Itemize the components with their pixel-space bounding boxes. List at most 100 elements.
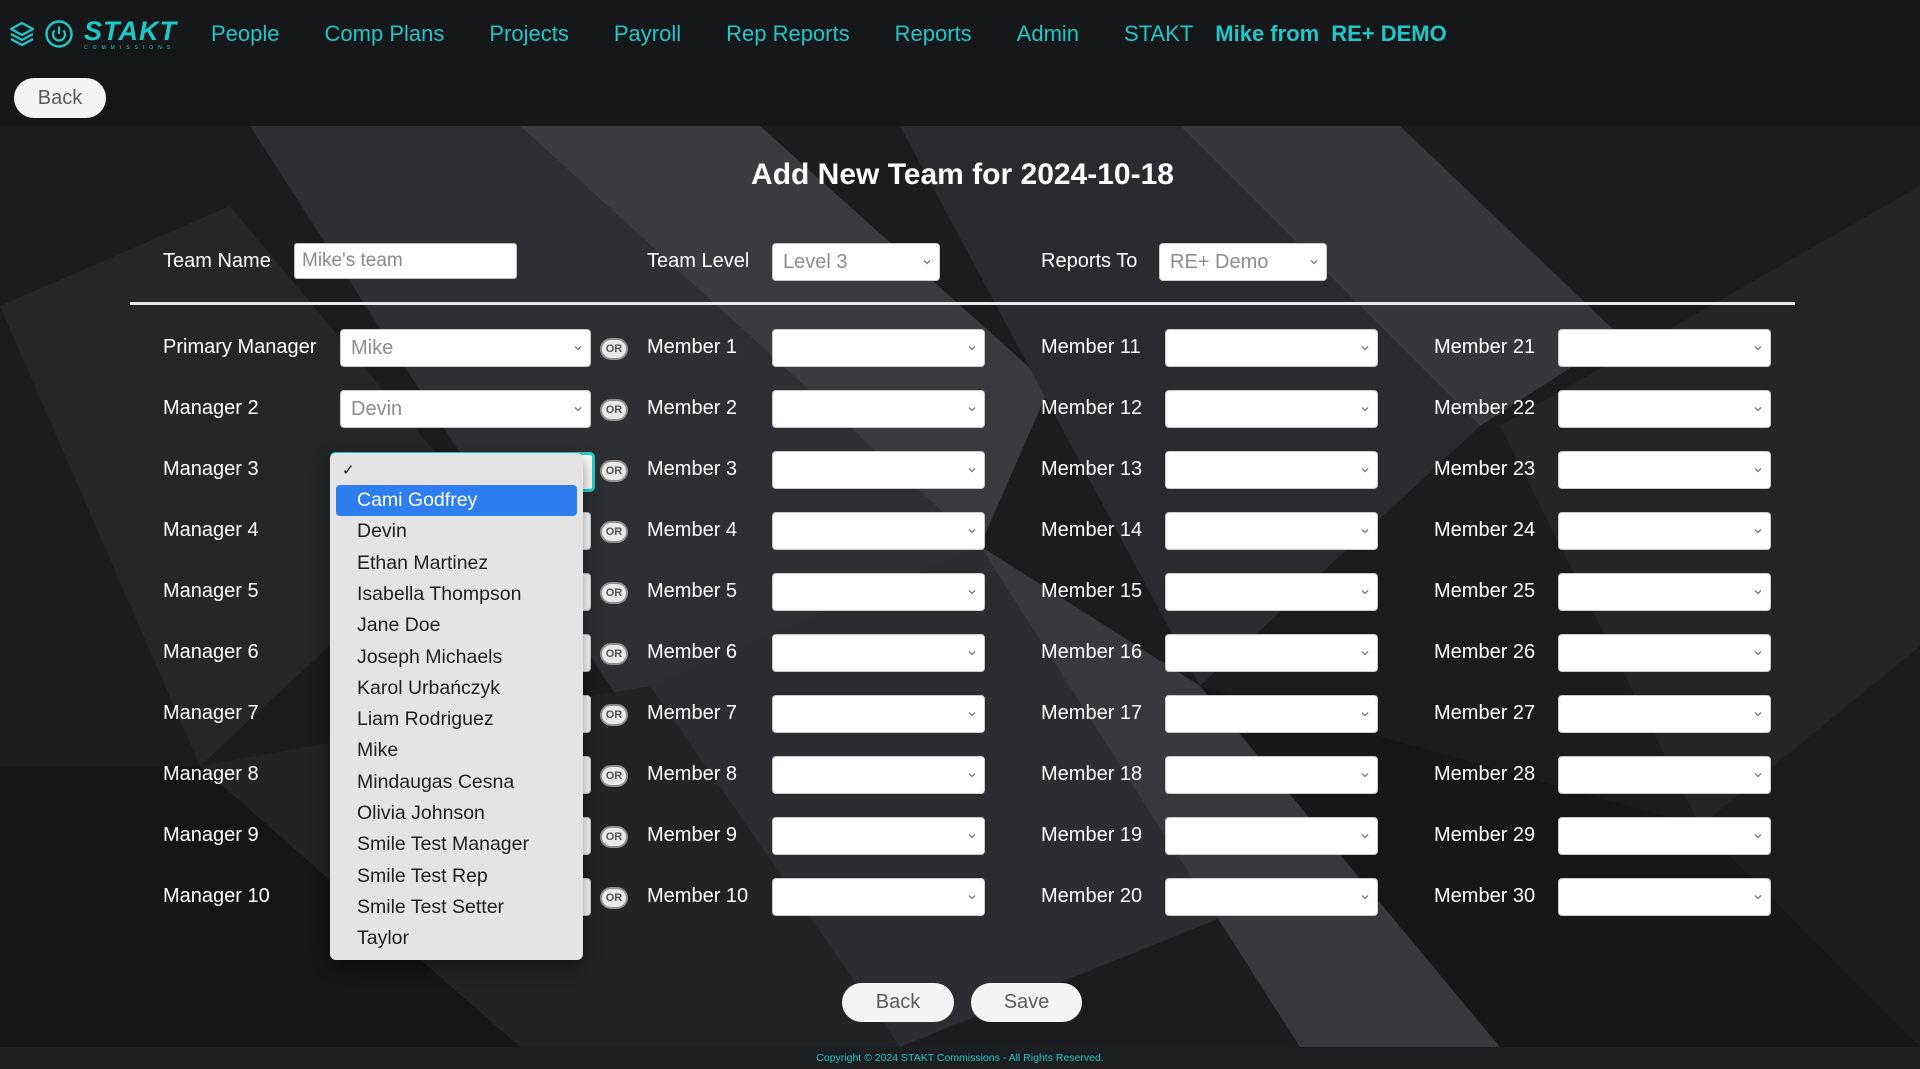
- member-1-select[interactable]: [772, 329, 985, 367]
- member-19-select[interactable]: [1165, 817, 1378, 855]
- member-10-select[interactable]: [772, 878, 985, 916]
- member-30-select[interactable]: [1558, 878, 1771, 916]
- stakt-logo[interactable]: STAKT COMMISSIONS: [8, 15, 177, 51]
- member-7-select[interactable]: [772, 695, 985, 733]
- reports-to-select[interactable]: RE+ Demo: [1159, 243, 1327, 281]
- dropdown-option[interactable]: Joseph Michaels: [336, 642, 577, 673]
- dropdown-option[interactable]: Smile Test Manager: [336, 829, 577, 860]
- nav-comp-plans[interactable]: Comp Plans: [325, 21, 445, 47]
- member-26-select[interactable]: [1558, 634, 1771, 672]
- chevron-down-icon: [967, 343, 977, 353]
- member-3-select[interactable]: [772, 451, 985, 489]
- dropdown-option[interactable]: Olivia Johnson: [336, 798, 577, 829]
- chevron-down-icon: [967, 892, 977, 902]
- chevron-down-icon: [1753, 831, 1763, 841]
- dropdown-option[interactable]: Karol Urbańczyk: [336, 673, 577, 704]
- member-21-label: Member 21: [1434, 336, 1536, 358]
- chevron-down-icon: [967, 404, 977, 414]
- dropdown-option[interactable]: Devin: [336, 516, 577, 547]
- manager-1-select[interactable]: Mike: [340, 329, 591, 367]
- or-toggle-button[interactable]: OR: [600, 399, 628, 421]
- dropdown-option[interactable]: Mindaugas Cesna: [336, 767, 577, 798]
- member-29-label: Member 29: [1434, 824, 1536, 846]
- member-15-select[interactable]: [1165, 573, 1378, 611]
- member-9-select[interactable]: [772, 817, 985, 855]
- member-28-select[interactable]: [1558, 756, 1771, 794]
- member-15-label: Member 15: [1041, 580, 1143, 602]
- dropdown-option[interactable]: Smile Test Rep: [336, 861, 577, 892]
- nav-rep-reports[interactable]: Rep Reports: [726, 21, 850, 47]
- dropdown-option[interactable]: Mike: [336, 735, 577, 766]
- member-8-label: Member 8: [647, 763, 738, 785]
- member-25-select[interactable]: [1558, 573, 1771, 611]
- top-back-button[interactable]: Back: [14, 78, 106, 118]
- chevron-down-icon: [1753, 343, 1763, 353]
- member-13-select[interactable]: [1165, 451, 1378, 489]
- or-toggle-button[interactable]: OR: [600, 521, 628, 543]
- member-8-select[interactable]: [772, 756, 985, 794]
- member-10-label: Member 10: [647, 885, 749, 907]
- top-bar: STAKT COMMISSIONS People Comp Plans Proj…: [0, 0, 1920, 126]
- member-29-select[interactable]: [1558, 817, 1771, 855]
- member-14-select[interactable]: [1165, 512, 1378, 550]
- member-22-select[interactable]: [1558, 390, 1771, 428]
- member-12-select[interactable]: [1165, 390, 1378, 428]
- or-toggle-button[interactable]: OR: [600, 338, 628, 360]
- brand-name: STAKT: [84, 15, 177, 46]
- member-2-select[interactable]: [772, 390, 985, 428]
- dropdown-option[interactable]: Liam Rodriguez: [336, 704, 577, 735]
- member-24-select[interactable]: [1558, 512, 1771, 550]
- reports-to-label: Reports To: [1041, 250, 1138, 272]
- member-28-label: Member 28: [1434, 763, 1536, 785]
- back-button[interactable]: Back: [842, 983, 954, 1022]
- member-5-select[interactable]: [772, 573, 985, 611]
- member-12-label: Member 12: [1041, 397, 1143, 419]
- chevron-down-icon: [1753, 892, 1763, 902]
- member-17-select[interactable]: [1165, 695, 1378, 733]
- member-25-label: Member 25: [1434, 580, 1536, 602]
- member-30-label: Member 30: [1434, 885, 1536, 907]
- chevron-down-icon: [1753, 465, 1763, 475]
- team-level-select[interactable]: Level 3: [772, 243, 940, 281]
- member-21-select[interactable]: [1558, 329, 1771, 367]
- member-20-select[interactable]: [1165, 878, 1378, 916]
- member-19-label: Member 19: [1041, 824, 1143, 846]
- member-6-select[interactable]: [772, 634, 985, 672]
- chevron-down-icon: [1360, 831, 1370, 841]
- member-27-select[interactable]: [1558, 695, 1771, 733]
- member-18-select[interactable]: [1165, 756, 1378, 794]
- dropdown-option[interactable]: Smile Test Setter: [336, 892, 577, 923]
- member-4-select[interactable]: [772, 512, 985, 550]
- team-level-label: Team Level: [647, 250, 750, 272]
- member-16-select[interactable]: [1165, 634, 1378, 672]
- or-toggle-button[interactable]: OR: [600, 826, 628, 848]
- dropdown-option[interactable]: Taylor: [336, 923, 577, 954]
- dropdown-option[interactable]: Cami Godfrey: [336, 485, 577, 516]
- or-toggle-button[interactable]: OR: [600, 582, 628, 604]
- or-toggle-button[interactable]: OR: [600, 887, 628, 909]
- dropdown-option[interactable]: Jane Doe: [336, 610, 577, 641]
- dropdown-option[interactable]: Isabella Thompson: [336, 579, 577, 610]
- member-11-select[interactable]: [1165, 329, 1378, 367]
- nav-stakt[interactable]: STAKT: [1124, 21, 1193, 47]
- current-user[interactable]: Mike from RE+ DEMO: [1215, 21, 1446, 47]
- member-23-select[interactable]: [1558, 451, 1771, 489]
- chevron-down-icon: [1753, 526, 1763, 536]
- manager-1-select-value: Mike: [351, 336, 394, 359]
- dropdown-option[interactable]: Ethan Martinez: [336, 548, 577, 579]
- nav-projects[interactable]: Projects: [489, 21, 568, 47]
- nav-people[interactable]: People: [211, 21, 280, 47]
- nav-reports[interactable]: Reports: [895, 21, 972, 47]
- save-button[interactable]: Save: [971, 983, 1082, 1022]
- or-toggle-button[interactable]: OR: [600, 460, 628, 482]
- or-toggle-button[interactable]: OR: [600, 643, 628, 665]
- or-toggle-button[interactable]: OR: [600, 704, 628, 726]
- checkmark-icon: ✓: [342, 462, 355, 479]
- nav-payroll[interactable]: Payroll: [614, 21, 681, 47]
- team-name-input[interactable]: Mike's team: [294, 243, 517, 279]
- or-toggle-button[interactable]: OR: [600, 765, 628, 787]
- member-14-label: Member 14: [1041, 519, 1143, 541]
- member-3-label: Member 3: [647, 458, 738, 480]
- nav-admin[interactable]: Admin: [1017, 21, 1079, 47]
- manager-2-select[interactable]: Devin: [340, 390, 591, 428]
